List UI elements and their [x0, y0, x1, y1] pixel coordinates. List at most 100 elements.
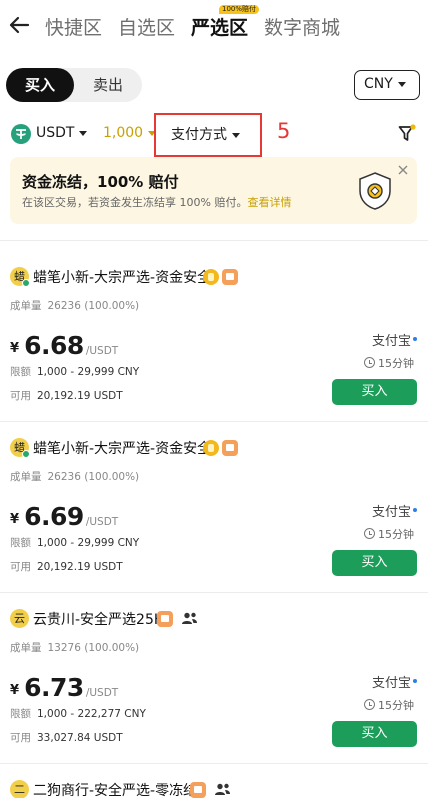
orders-label: 成单量 — [10, 471, 42, 483]
divider — [0, 240, 428, 241]
avatar: 二 — [10, 780, 29, 798]
price-value: 6.69 — [24, 502, 84, 531]
tab-watchlist[interactable]: 自选区 — [118, 13, 175, 40]
available-value: 20,192.19 USDT — [37, 390, 123, 402]
users-icon — [215, 783, 231, 795]
merchant-badges — [203, 266, 241, 286]
payout-badge: 100%赔付 — [219, 5, 260, 14]
payment-color-dot — [413, 508, 417, 512]
limit-value: 1,000 - 29,999 CNY — [37, 366, 140, 378]
payment-method-select[interactable]: 支付方式 — [154, 113, 262, 157]
asset-value: USDT — [36, 125, 75, 141]
tab-selected[interactable]: 严选区 — [191, 13, 248, 40]
banner-description: 在该区交易，若资金发生冻结享 100% 赔付。 — [22, 196, 248, 209]
payment-time: 15分钟 — [364, 697, 414, 713]
price-unit: /USDT — [85, 516, 119, 528]
users-icon — [182, 612, 198, 624]
order-count: 成单量 26236 (100.00%) — [10, 469, 139, 484]
available: 可用 20,192.19 USDT — [10, 559, 123, 574]
verified-merchant-icon — [190, 781, 206, 798]
payment-time: 15分钟 — [364, 526, 414, 542]
guarantee-banner: 资金冻结，100% 赔付 在该区交易，若资金发生冻结享 100% 赔付。查看详情 — [10, 157, 417, 224]
available-value: 33,027.84 USDT — [37, 732, 123, 744]
payment-method: 支付宝 — [371, 676, 411, 691]
currency-value: CNY — [364, 76, 393, 92]
filter-bar: USDT 1,000 支付方式 5 — [0, 113, 428, 157]
orders-value: 26236 (100.00%) — [47, 471, 140, 483]
offer-card: 二 二狗商行-安全严选-零冻结 — [0, 755, 428, 798]
available-value: 20,192.19 USDT — [37, 561, 123, 573]
currency-select[interactable]: CNY — [354, 70, 420, 100]
merchant-name[interactable]: 云贵川-安全严选25H — [33, 609, 164, 629]
amount-select[interactable]: 1,000 — [103, 125, 157, 141]
close-icon[interactable] — [398, 165, 408, 175]
banner-title: 资金冻结，100% 赔付 — [22, 173, 179, 191]
orders-label: 成单量 — [10, 642, 42, 654]
tab-digital-mall[interactable]: 数字商城 — [264, 13, 340, 40]
orders-value: 26236 (100.00%) — [47, 300, 140, 312]
yen-symbol: ¥ — [10, 512, 20, 527]
clock-icon — [364, 699, 375, 710]
offer-card: 蜡 蜡笔小新-大宗严选-资金安全 成单量 26236 (100.00%) ¥ 6.… — [0, 413, 428, 584]
verified-merchant-icon — [222, 439, 238, 456]
price-value: 6.73 — [24, 673, 84, 702]
chevron-down-icon — [79, 130, 88, 136]
verified-merchant-icon — [222, 268, 238, 285]
limit: 限额 1,000 - 222,277 CNY — [10, 706, 146, 721]
merchant-name[interactable]: 二狗商行-安全严选-零冻结 — [33, 780, 197, 798]
annotation-number: 5 — [277, 119, 291, 143]
price-unit: /USDT — [85, 687, 119, 699]
buy-button[interactable]: 买入 — [332, 379, 417, 405]
sell-tab[interactable]: 卖出 — [74, 68, 142, 102]
merchant-name[interactable]: 蜡笔小新-大宗严选-资金安全 — [33, 438, 211, 458]
orders-value: 13276 (100.00%) — [47, 642, 140, 654]
verified-merchant-icon — [157, 610, 173, 627]
online-status-dot — [22, 450, 30, 458]
merchant-badges — [203, 437, 241, 457]
payment-method: 支付宝 — [371, 505, 411, 520]
chevron-down-icon — [397, 81, 406, 87]
available-label: 可用 — [10, 561, 31, 573]
avatar: 云 — [10, 609, 29, 628]
time-value: 15分钟 — [378, 357, 414, 370]
order-count: 成单量 13276 (100.00%) — [10, 640, 139, 655]
orders-label: 成单量 — [10, 300, 42, 312]
buy-sell-toggle: 买入 卖出 — [6, 68, 142, 102]
payment-color-dot — [413, 337, 417, 341]
tab-quick[interactable]: 快捷区 — [45, 13, 102, 40]
offer-card: 蜡 蜡笔小新-大宗严选-资金安全 成单量 26236 (100.00%) ¥ 6.… — [0, 242, 428, 413]
payment-color-dot — [413, 679, 417, 683]
order-count: 成单量 26236 (100.00%) — [10, 298, 139, 313]
usdt-icon — [11, 124, 31, 144]
time-value: 15分钟 — [378, 528, 414, 541]
buy-button[interactable]: 买入 — [332, 550, 417, 576]
price: ¥ 6.68/USDT — [10, 331, 118, 360]
amount-value: 1,000 — [103, 125, 144, 141]
available-label: 可用 — [10, 732, 31, 744]
limit-label: 限额 — [10, 708, 31, 720]
banner-text: 在该区交易，若资金发生冻结享 100% 赔付。查看详情 — [22, 194, 291, 210]
available: 可用 20,192.19 USDT — [10, 388, 123, 403]
yen-symbol: ¥ — [10, 341, 20, 356]
offer-card: 云 云贵川-安全严选25H 成单量 13276 (100.00%) ¥ 6.73/… — [0, 584, 428, 755]
limit-value: 1,000 - 29,999 CNY — [37, 537, 140, 549]
view-details-link[interactable]: 查看详情 — [247, 196, 291, 209]
buy-button[interactable]: 买入 — [332, 721, 417, 747]
price: ¥ 6.73/USDT — [10, 673, 118, 702]
available-label: 可用 — [10, 390, 31, 402]
back-arrow-icon[interactable] — [8, 14, 30, 36]
yen-symbol: ¥ — [10, 683, 20, 698]
merchant-badges — [157, 608, 198, 628]
limit-value: 1,000 - 222,277 CNY — [37, 708, 146, 720]
filter-icon[interactable] — [398, 124, 416, 144]
price-unit: /USDT — [85, 345, 119, 357]
limit-label: 限额 — [10, 537, 31, 549]
asset-select[interactable]: USDT — [36, 125, 88, 141]
gold-medal-icon — [203, 268, 219, 285]
merchant-badges — [190, 779, 231, 798]
shield-icon — [359, 172, 391, 210]
buy-tab[interactable]: 买入 — [6, 68, 74, 102]
top-nav: 快捷区 自选区 严选区 100%赔付 数字商城 — [0, 0, 428, 52]
payment-method-label: 支付方式 — [171, 127, 227, 143]
merchant-name[interactable]: 蜡笔小新-大宗严选-资金安全 — [33, 267, 211, 287]
